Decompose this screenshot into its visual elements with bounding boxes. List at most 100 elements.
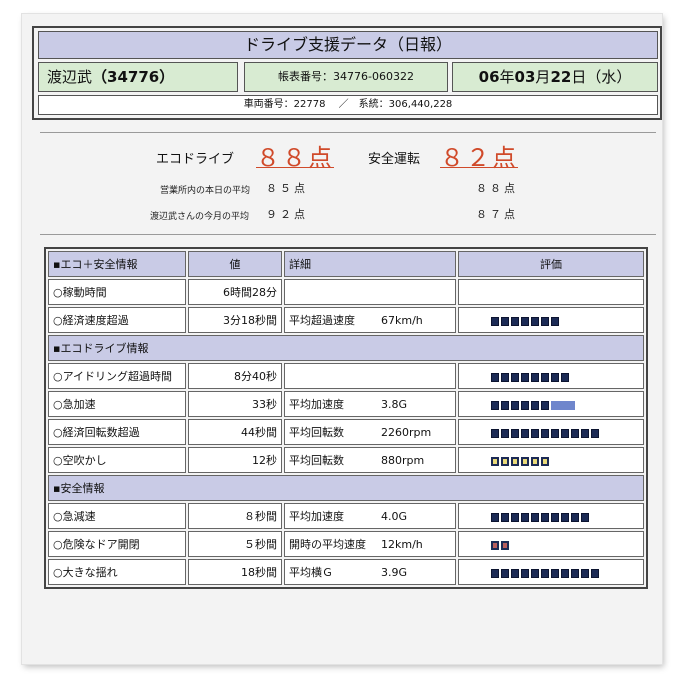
safety-score-label: 安全運転 (368, 152, 421, 167)
row-rating (458, 531, 644, 557)
rating-segment (511, 513, 519, 522)
row-value: 33秒 (188, 391, 282, 417)
row-detail-value: 12km/h (381, 538, 423, 551)
row-item: ○大きな揺れ (48, 559, 186, 585)
office-avg-eco: ８５点 (266, 182, 308, 195)
row-detail-value: 67km/h (381, 314, 423, 327)
rating-segment (541, 429, 549, 438)
rating-segment (541, 401, 549, 410)
rating-segment (491, 457, 499, 466)
document-number: 帳表番号：34776-060322 (244, 62, 448, 92)
row-detail: 平均回転数 880rpm (284, 447, 456, 473)
rating-segment (491, 513, 499, 522)
row-detail: 開時の平均速度 12km/h (284, 531, 456, 557)
rating-segment (521, 569, 529, 578)
row-rating (458, 307, 644, 333)
rating-segment (501, 541, 509, 550)
driver-name: 渡辺武 (47, 68, 93, 86)
row-detail-value: 3.9G (381, 566, 408, 579)
table-row: ○大きな揺れ 18秒間 平均横Ｇ 3.9G (48, 559, 644, 585)
row-detail-label: 平均超過速度 (289, 314, 355, 327)
table-row: ○経済速度超過 3分18秒間 平均超過速度 67km/h (48, 307, 644, 333)
row-rating (458, 447, 644, 473)
row-detail-label: 平均回転数 (289, 426, 344, 439)
monthly-avg-safety: ８７点 (476, 208, 518, 221)
vehicle-info: 車両番号：22778 ／ 系統：306,440,228 (38, 95, 658, 115)
row-value: ８秒間 (188, 503, 282, 529)
rating-segment (491, 429, 499, 438)
date-year: 06 (478, 68, 500, 86)
monthly-avg-label: 渡辺武さんの今月の平均 (150, 212, 250, 222)
header-detail: 詳細 (284, 251, 456, 277)
rating-segment (501, 429, 509, 438)
rating-segment (561, 373, 569, 382)
rating-segment (491, 317, 499, 326)
row-item: ○経済回転数超過 (48, 419, 186, 445)
driver-name-cell: 渡辺武（34776） (38, 62, 238, 92)
eco-score-label: エコドライブ (156, 152, 235, 167)
row-value: 3分18秒間 (188, 307, 282, 333)
rating-segment (491, 373, 499, 382)
row-detail: 平均加速度 4.0G (284, 503, 456, 529)
rating-segment (541, 457, 549, 466)
rating-segment (541, 317, 549, 326)
rating-segment (581, 429, 589, 438)
rating-bar (491, 540, 511, 550)
row-detail-label: 平均回転数 (289, 454, 344, 467)
rating-bar (491, 512, 591, 522)
rating-segment (501, 317, 509, 326)
rating-segment (521, 317, 529, 326)
rating-segment (531, 373, 539, 382)
rating-segment (541, 569, 549, 578)
rating-bar (491, 316, 561, 326)
row-detail: 平均超過速度 67km/h (284, 307, 456, 333)
rating-segment (541, 513, 549, 522)
driver-id: （34776） (92, 68, 175, 86)
rating-segment (511, 569, 519, 578)
driving-data-table: ▪エコ＋安全情報 値 詳細 評価 ○稼動時間 6時間28分 ○経済速度超過 3分18… (44, 247, 648, 589)
row-detail-label: 平均加速度 (289, 398, 344, 411)
table-row: ○経済回転数超過 44秒間 平均回転数 2260rpm (48, 419, 644, 445)
date-month-suffix: 月 (535, 68, 551, 86)
rating-segment (531, 317, 539, 326)
row-detail-value: 3.8G (381, 398, 408, 411)
row-value: 18秒間 (188, 559, 282, 585)
date-day: 22 (550, 68, 572, 86)
rating-segment (491, 541, 499, 550)
date-year-suffix: 年 (499, 68, 515, 86)
rating-segment (541, 373, 549, 382)
row-item: ○急加速 (48, 391, 186, 417)
rating-segment (551, 429, 559, 438)
row-detail-label: 平均加速度 (289, 510, 344, 523)
row-detail (284, 279, 456, 305)
row-detail-label: 開時の平均速度 (289, 538, 366, 551)
header-item: ▪エコ＋安全情報 (48, 251, 186, 277)
row-value: 44秒間 (188, 419, 282, 445)
rating-segment (571, 569, 579, 578)
rating-segment (531, 429, 539, 438)
rating-segment (551, 513, 559, 522)
table-row: ○稼動時間 6時間28分 (48, 279, 644, 305)
monthly-avg-eco: ９２点 (266, 208, 308, 221)
divider-top (40, 132, 656, 133)
rating-segment (581, 569, 589, 578)
row-rating (458, 391, 644, 417)
row-item: ○空吹かし (48, 447, 186, 473)
report-title: ドライブ支援データ（日報） (38, 31, 658, 59)
rating-segment (511, 401, 519, 410)
rating-segment (521, 457, 529, 466)
rating-segment (561, 429, 569, 438)
rating-segment (581, 513, 589, 522)
date-weekday: （水） (586, 68, 632, 86)
rating-segment (491, 401, 499, 410)
safety-score-value: ８２点 (440, 144, 518, 172)
divider-bottom (40, 234, 656, 235)
table-header-row: ▪エコ＋安全情報 値 詳細 評価 (48, 251, 644, 277)
office-avg-label: 営業所内の本日の平均 (160, 186, 251, 196)
row-value: 8分40秒 (188, 363, 282, 389)
rating-segment (521, 513, 529, 522)
row-value: 6時間28分 (188, 279, 282, 305)
rating-bar (491, 428, 601, 438)
row-item: ○経済速度超過 (48, 307, 186, 333)
row-detail-value: 880rpm (381, 454, 425, 467)
